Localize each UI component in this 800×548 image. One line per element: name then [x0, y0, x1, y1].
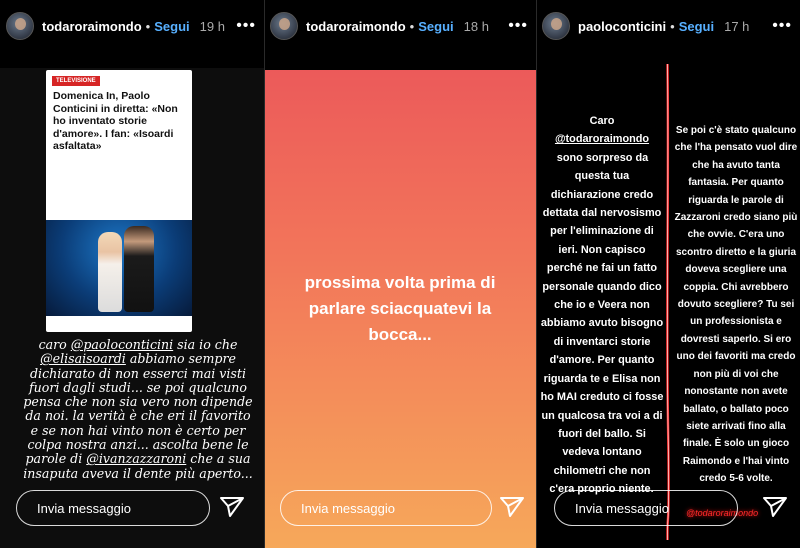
avatar[interactable]	[542, 12, 570, 40]
story-2[interactable]: todaroraimondo • Segui 18 h ••• prossima…	[264, 0, 536, 548]
dancer-figure	[98, 232, 122, 312]
more-dots-icon[interactable]: •••	[508, 17, 528, 35]
caption-text: abbiamo sempre dichiarato di non esserci…	[23, 351, 253, 467]
article-photo	[46, 220, 192, 316]
username[interactable]: todaroraimondo	[306, 19, 406, 34]
username[interactable]: todaroraimondo	[42, 19, 142, 34]
reply-placeholder: Invia messaggio	[575, 500, 669, 516]
article-category: TELEVISIONE	[52, 76, 100, 86]
story-time: 18 h	[463, 18, 489, 34]
send-icon[interactable]	[499, 496, 525, 518]
mention-link[interactable]: @paoloconticini	[71, 337, 173, 352]
follow-button[interactable]: Segui	[679, 19, 714, 34]
mention-link[interactable]: @ivanzazzaroni	[86, 451, 186, 466]
story-divider	[264, 0, 265, 548]
mention-link[interactable]: @todaroraimondo	[555, 133, 649, 145]
story-divider	[536, 0, 537, 548]
story-3[interactable]: paoloconticini • Segui 17 h ••• Caro @to…	[536, 0, 800, 548]
article-screenshot: TELEVISIONE Domenica In, Paolo Conticini…	[46, 70, 192, 332]
story-text-left: Caro @todaroraimondo sono sorpreso da qu…	[540, 112, 664, 499]
left-text: sono sorpreso da questa tua dichiarazion…	[540, 151, 664, 496]
mention-link[interactable]: @elisaisoardi	[40, 351, 126, 366]
follow-button[interactable]: Segui	[418, 19, 453, 34]
separator-dot: •	[670, 18, 675, 34]
username[interactable]: paoloconticini	[578, 19, 666, 34]
story-text-right: Se poi c'è stato qualcuno che l'ha pensa…	[674, 125, 798, 485]
separator-dot: •	[409, 18, 415, 34]
send-icon[interactable]	[219, 496, 245, 518]
reply-input[interactable]: Invia messaggio	[16, 490, 210, 526]
more-dots-icon[interactable]: •••	[236, 17, 256, 35]
avatar[interactable]	[6, 12, 34, 40]
more-dots-icon[interactable]: •••	[772, 17, 792, 35]
story-1[interactable]: todaroraimondo • Segui 19 h ••• TELEVISI…	[0, 0, 264, 548]
story-caption: caro @paoloconticini sia io che @elisais…	[20, 337, 256, 481]
story-header: todaroraimondo • Segui 19 h •••	[0, 0, 264, 52]
reply-placeholder: Invia messaggio	[301, 500, 395, 516]
neon-line	[665, 64, 670, 540]
story-caption: prossima volta prima di parlare sciacqua…	[304, 273, 496, 344]
story-time: 19 h	[199, 18, 225, 34]
story-header: todaroraimondo • Segui 18 h •••	[264, 0, 536, 52]
follow-button[interactable]: Segui	[154, 19, 189, 34]
reply-input[interactable]: Invia messaggio	[554, 490, 738, 526]
send-icon[interactable]	[762, 496, 788, 518]
reply-placeholder: Invia messaggio	[37, 500, 131, 516]
dancer-figure	[124, 226, 154, 312]
avatar[interactable]	[270, 12, 298, 40]
left-text: Caro	[589, 115, 615, 127]
caption-text: sia io che	[173, 337, 238, 352]
caption-text: caro	[38, 337, 71, 352]
story-header: paoloconticini • Segui 17 h •••	[536, 0, 800, 52]
article-title: Domenica In, Paolo Conticini in diretta:…	[53, 90, 178, 152]
story-time: 17 h	[724, 18, 750, 34]
reply-input[interactable]: Invia messaggio	[280, 490, 492, 526]
separator-dot: •	[145, 18, 151, 34]
